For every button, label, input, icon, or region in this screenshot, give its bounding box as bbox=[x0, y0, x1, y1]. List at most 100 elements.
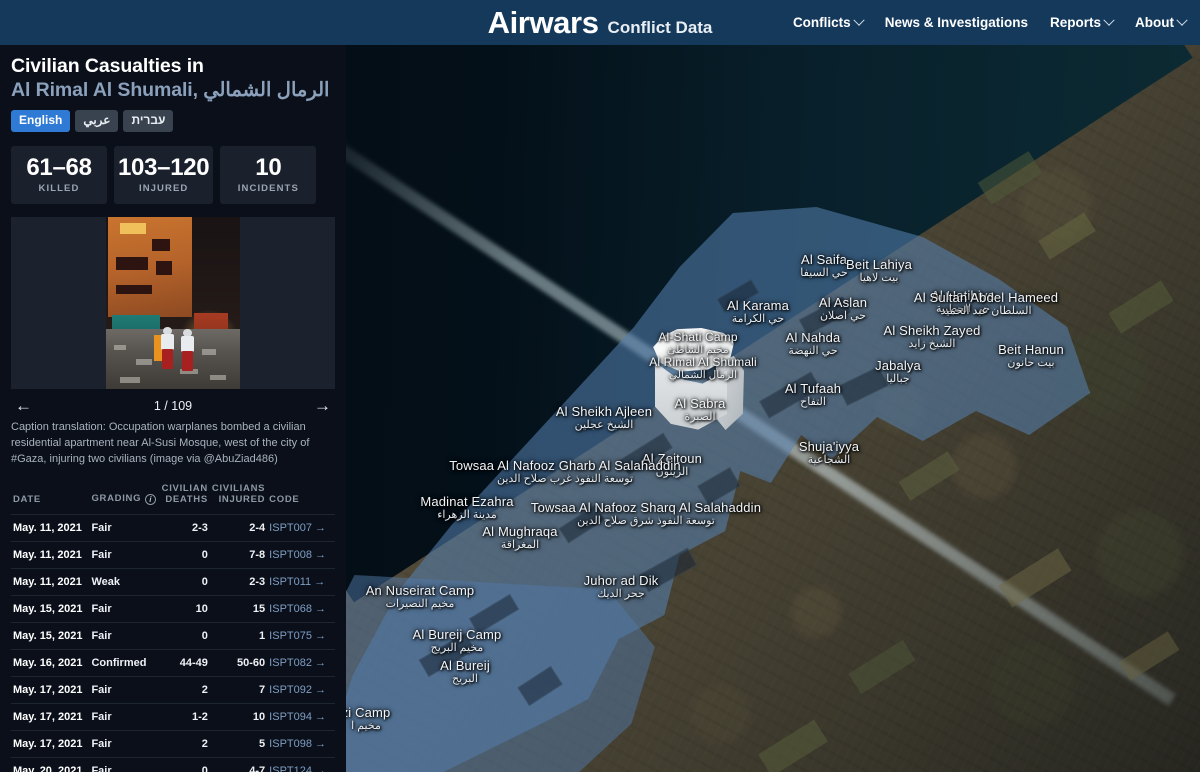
photo-rubble bbox=[120, 377, 140, 384]
nav-item-about[interactable]: About bbox=[1135, 14, 1188, 30]
table-row[interactable]: May. 20, 2021 Fair 0 4-7 ISPT124 → bbox=[11, 757, 335, 772]
cell-code-link[interactable]: ISPT007 → bbox=[267, 514, 335, 542]
cell-code-link[interactable]: ISPT094 → bbox=[267, 703, 335, 731]
cell-grading: Fair bbox=[89, 514, 159, 542]
cell-civilians-injured: 10 bbox=[209, 703, 268, 731]
chevron-down-icon bbox=[853, 14, 865, 26]
site-header: Airwars Conflict Data Conflicts News & In… bbox=[0, 0, 1200, 45]
language-switcher: English عربي עברית bbox=[11, 110, 335, 133]
info-icon[interactable]: i bbox=[145, 494, 157, 506]
cell-grading: Fair bbox=[89, 541, 159, 569]
column-header-grading: GRADING i bbox=[89, 483, 158, 515]
cell-civilian-deaths: 2-3 bbox=[158, 514, 210, 542]
cell-date: May. 17, 2021 bbox=[11, 703, 90, 731]
cell-civilian-deaths: 1-2 bbox=[158, 703, 210, 731]
gallery-next-arrow-icon[interactable]: → bbox=[314, 397, 331, 414]
incidents-table: DATE GRADING i CIVILIAN DEATHS CIVILIANS … bbox=[11, 483, 335, 772]
gallery-counter: 1 / 109 bbox=[153, 398, 193, 413]
cell-civilian-deaths: 0 bbox=[158, 568, 210, 596]
table-row[interactable]: May. 17, 2021 Fair 1-2 10 ISPT094 → bbox=[11, 703, 335, 731]
photo-rubble bbox=[114, 345, 126, 351]
language-button-other[interactable]: עברית bbox=[123, 110, 174, 133]
table-row[interactable]: May. 15, 2021 Fair 0 1 ISPT075 → bbox=[11, 622, 335, 650]
cell-date: May. 20, 2021 bbox=[11, 757, 90, 772]
stat-card-injured: 103–120 INJURED bbox=[114, 146, 214, 205]
language-button-english[interactable]: English bbox=[11, 110, 71, 133]
nav-item-label: Conflicts bbox=[792, 15, 851, 30]
column-header-civilians-injured: CIVILIANS INJURED bbox=[211, 483, 266, 506]
cell-grading: Fair bbox=[89, 730, 159, 758]
grading-header-text: GRADING bbox=[91, 493, 142, 505]
table-body: May. 11, 2021 Fair 2-3 2-4 ISPT007 → May. 11,… bbox=[11, 514, 335, 772]
stat-label: INJURED bbox=[138, 183, 189, 195]
table-header-row: DATE GRADING i CIVILIAN DEATHS CIVILIANS … bbox=[11, 483, 335, 515]
photo-rubble bbox=[210, 375, 226, 381]
nav-item-reports[interactable]: Reports bbox=[1050, 14, 1115, 30]
cell-grading: Confirmed bbox=[89, 649, 159, 677]
cell-code-link[interactable]: ISPT098 → bbox=[267, 730, 335, 758]
chevron-down-icon bbox=[1103, 14, 1115, 26]
table-row[interactable]: May. 15, 2021 Fair 10 15 ISPT068 → bbox=[11, 595, 335, 623]
table-row[interactable]: May. 17, 2021 Fair 2 5 ISPT098 → bbox=[11, 730, 335, 758]
cell-date: May. 11, 2021 bbox=[11, 541, 90, 569]
photo-window-lit bbox=[120, 223, 146, 235]
cell-date: May. 11, 2021 bbox=[11, 568, 90, 596]
table-row[interactable]: May. 11, 2021 Fair 0 7-8 ISPT008 → bbox=[11, 541, 335, 569]
nav-item-conflicts[interactable]: Conflicts bbox=[792, 14, 865, 30]
cell-date: May. 16, 2021 bbox=[11, 649, 90, 677]
cell-grading: Fair bbox=[89, 622, 159, 650]
column-header-code: CODE bbox=[269, 494, 300, 506]
cell-grading: Weak bbox=[89, 568, 159, 596]
cell-code-link[interactable]: ISPT092 → bbox=[267, 676, 335, 704]
cell-code-link[interactable]: ISPT075 → bbox=[267, 622, 335, 650]
cell-date: May. 15, 2021 bbox=[11, 595, 90, 623]
cell-civilians-injured: 15 bbox=[209, 595, 268, 623]
page-subtitle-location: Al Rimal Al Shumali, الرمال الشمالي bbox=[11, 78, 330, 101]
nav-item-label: News & Investigations bbox=[884, 15, 1028, 30]
cell-grading: Fair bbox=[89, 595, 159, 623]
cell-civilians-injured: 50-60 bbox=[209, 649, 268, 677]
nav-item-news-investigations[interactable]: News & Investigations bbox=[885, 15, 1028, 30]
nav-item-label: Reports bbox=[1050, 15, 1102, 30]
cell-civilians-injured: 2-3 bbox=[209, 568, 268, 596]
cell-date: May. 17, 2021 bbox=[11, 676, 90, 704]
brand-name: Airwars bbox=[487, 5, 599, 40]
page-root: Al Saifa حي السيفا Beit Lahiya بيت لاهيا Al … bbox=[0, 0, 1200, 772]
photo-window bbox=[152, 239, 170, 252]
gallery-photo bbox=[106, 217, 240, 390]
cell-code-link[interactable]: ISPT068 → bbox=[267, 595, 335, 623]
cell-civilian-deaths: 0 bbox=[158, 622, 210, 650]
table-row[interactable]: May. 11, 2021 Fair 2-3 2-4 ISPT007 → bbox=[11, 514, 335, 542]
cell-civilian-deaths: 2 bbox=[158, 730, 210, 758]
table-row[interactable]: May. 17, 2021 Fair 2 7 ISPT092 → bbox=[11, 676, 335, 704]
cell-civilians-injured: 5 bbox=[209, 730, 268, 758]
photo-rescue-worker bbox=[160, 327, 175, 370]
cell-civilian-deaths: 0 bbox=[158, 757, 210, 772]
stat-value: 10 bbox=[255, 154, 282, 182]
cell-civilians-injured: 7 bbox=[209, 676, 268, 704]
table-row[interactable]: May. 11, 2021 Weak 0 2-3 ISPT011 → bbox=[11, 568, 335, 596]
cell-civilian-deaths: 44-49 bbox=[158, 649, 210, 677]
cell-code-link[interactable]: ISPT011 → bbox=[267, 568, 335, 596]
cell-code-link[interactable]: ISPT124 → bbox=[267, 757, 335, 772]
language-button-other[interactable]: عربي bbox=[75, 110, 119, 133]
cell-code-link[interactable]: ISPT082 → bbox=[267, 649, 335, 677]
stat-label: INCIDENTS bbox=[237, 183, 299, 195]
photo-rubble bbox=[202, 349, 216, 356]
cell-civilians-injured: 4-7 bbox=[209, 757, 268, 772]
chevron-down-icon bbox=[1176, 14, 1188, 26]
column-header-civilian-deaths: CIVILIAN DEATHS bbox=[161, 483, 208, 506]
image-gallery-viewer[interactable] bbox=[11, 217, 335, 390]
gallery-caption: Caption translation: Occupation warplane… bbox=[11, 421, 310, 465]
photo-window bbox=[116, 285, 152, 295]
cell-code-link[interactable]: ISPT008 → bbox=[267, 541, 335, 569]
cell-grading: Fair bbox=[89, 703, 159, 731]
cell-civilians-injured: 2-4 bbox=[209, 514, 268, 542]
brand-tagline: Conflict Data bbox=[607, 18, 713, 37]
gallery-prev-arrow-icon[interactable]: ← bbox=[15, 397, 32, 414]
cell-date: May. 17, 2021 bbox=[11, 730, 90, 758]
table-row[interactable]: May. 16, 2021 Confirmed 44-49 50-60 ISPT082 … bbox=[11, 649, 335, 677]
cell-civilian-deaths: 0 bbox=[158, 541, 210, 569]
stat-card-incidents: 10 INCIDENTS bbox=[220, 146, 317, 205]
cell-civilians-injured: 1 bbox=[209, 622, 268, 650]
